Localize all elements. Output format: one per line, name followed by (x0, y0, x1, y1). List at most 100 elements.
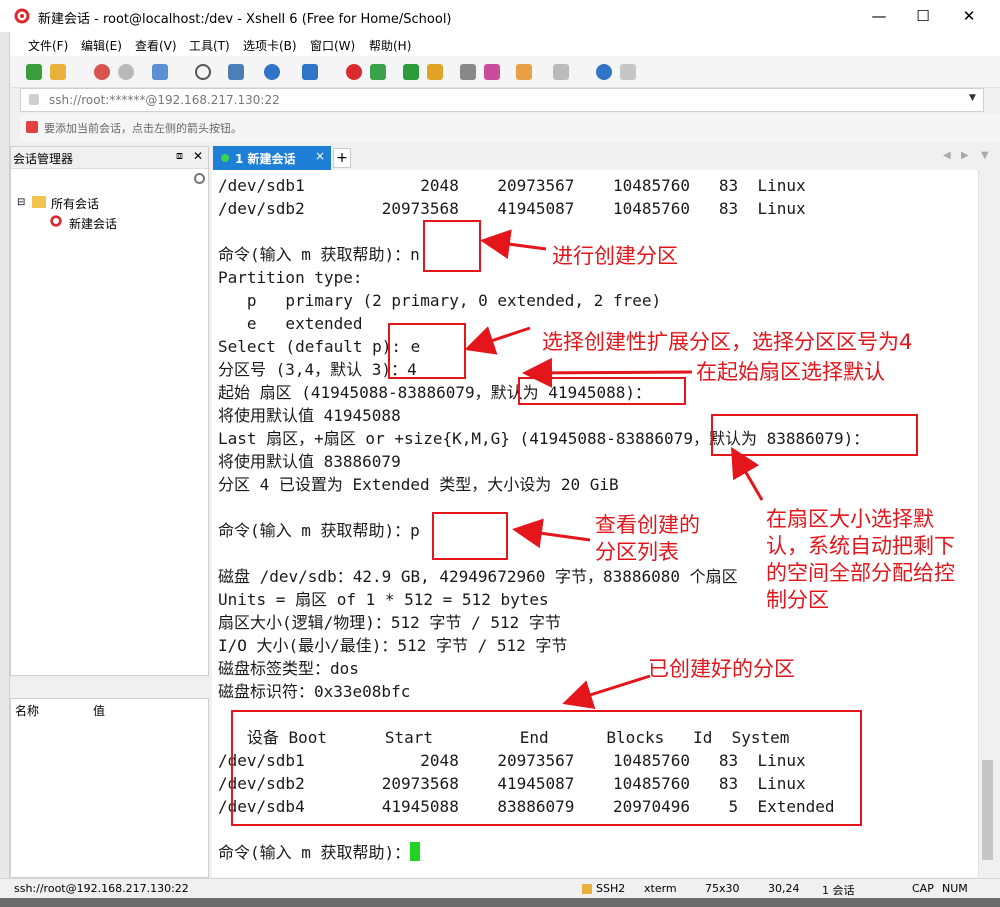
tab-scroll-right-icon[interactable]: ▶ (961, 150, 969, 161)
tree-root-label[interactable]: 所有会话 (51, 195, 99, 212)
add-folder-icon[interactable] (516, 64, 532, 80)
annotation-create-partition: 进行创建分区 (552, 244, 678, 268)
menu-tools[interactable]: 工具(T) (189, 37, 230, 54)
open-folder-icon[interactable] (50, 64, 66, 80)
chat-icon[interactable] (620, 64, 636, 80)
annotation-list-partitions: 查看创建的 分区列表 (595, 513, 700, 564)
search-icon[interactable] (194, 173, 205, 184)
annotation-box-p (432, 512, 508, 560)
title-bar: 新建会话 - root@localhost:/dev - Xshell 6 (F… (0, 0, 1000, 32)
status-dot-icon (221, 154, 229, 162)
globe-icon[interactable] (264, 64, 280, 80)
folder-icon (32, 196, 46, 208)
layout-icon[interactable] (228, 64, 244, 80)
pin-icon[interactable]: ⧈ (176, 149, 183, 163)
tree-collapse-icon[interactable]: ⊟ (17, 197, 25, 208)
terminal-line: 命令(输入 m 获取帮助)：p (218, 521, 420, 540)
chevron-down-icon[interactable]: ▼ (969, 93, 976, 103)
annotation-created-partitions: 已创建好的分区 (648, 657, 795, 681)
xshell-icon[interactable] (346, 64, 362, 80)
keyboard-icon[interactable] (460, 64, 476, 80)
status-connection: ssh://root@192.168.217.130:22 (14, 882, 189, 895)
terminal-line: Partition type: (218, 268, 363, 287)
close-window-button[interactable]: ✕ (946, 0, 992, 32)
terminal-line: e extended (218, 314, 363, 333)
tab-bar: 1 新建会话 × + ◀ ▶ ▼ (211, 146, 1000, 170)
address-bar[interactable]: ssh://root:******@192.168.217.130:22 ▼ (20, 88, 984, 112)
property-name-header: 名称 (15, 704, 40, 718)
terminal-line: I/O 大小(最小/最佳)：512 字节 / 512 字节 (218, 636, 568, 655)
menu-edit[interactable]: 编辑(E) (81, 37, 122, 54)
disconnect-icon[interactable] (118, 64, 134, 80)
status-cursor-pos: 30,24 (768, 882, 800, 895)
lock-icon[interactable] (427, 64, 443, 80)
annotation-sector-size: 在扇区大小选择默 认，系统自动把剩下 的空间全部分配给控 制分区 (766, 507, 955, 612)
bookmark-icon[interactable] (26, 121, 38, 133)
menu-bar: 文件(F) 编辑(E) 查看(V) 工具(T) 选项卡(B) 窗口(W) 帮助(… (0, 32, 1000, 56)
properties-icon[interactable] (152, 64, 168, 80)
connect-icon[interactable] (94, 64, 110, 80)
annotation-extended-number: 选择创建性扩展分区，选择分区区号为4 (542, 330, 913, 354)
tree-session-item[interactable]: 新建会话 (69, 215, 117, 232)
annotation-box-n (423, 220, 481, 272)
properties-panel: 名称 值 (10, 698, 209, 878)
window-title: 新建会话 - root@localhost:/dev - Xshell 6 (F… (38, 12, 452, 27)
highlight-icon[interactable] (484, 64, 500, 80)
annotation-box-e4 (388, 323, 466, 379)
scrollbar-thumb[interactable] (982, 760, 993, 860)
toolbar (0, 56, 1000, 88)
left-edge-panel (0, 32, 10, 892)
terminal-line: 将使用默认值 41945088 (218, 406, 401, 425)
tab-scroll-left-icon[interactable]: ◀ (943, 150, 951, 161)
session-icon (50, 215, 62, 227)
close-panel-icon[interactable]: ✕ (193, 149, 203, 163)
annotation-box-table (231, 710, 862, 826)
tab-menu-icon[interactable]: ▼ (981, 150, 989, 161)
minimize-button[interactable]: — (856, 0, 902, 32)
lock-icon (29, 94, 39, 105)
status-size: 75x30 (705, 882, 740, 895)
help-icon[interactable] (596, 64, 612, 80)
tab-session[interactable]: 1 新建会话 × (213, 146, 331, 170)
terminal-line: p primary (2 primary, 0 extended, 2 free… (218, 291, 662, 310)
status-sessions: 1 会话 (822, 884, 855, 897)
hint-bar: 要添加当前会话，点击左侧的箭头按钮。 (20, 114, 1000, 142)
terminal-cursor (410, 842, 421, 861)
status-protocol: SSH2 (596, 882, 626, 895)
tab-close-icon[interactable]: × (315, 149, 325, 163)
status-bar: ssh://root@192.168.217.130:22 SSH2 xterm… (0, 878, 1000, 898)
font-icon[interactable] (302, 64, 318, 80)
terminal-scrollbar[interactable] (978, 170, 996, 877)
new-tab-button[interactable]: + (333, 148, 351, 168)
search-icon[interactable] (195, 64, 211, 80)
window-frame (0, 898, 1000, 907)
tile-icon[interactable] (553, 64, 569, 80)
menu-window[interactable]: 窗口(W) (310, 37, 355, 54)
session-manager-title: 会话管理器 (13, 152, 74, 166)
menu-help[interactable]: 帮助(H) (369, 37, 411, 54)
status-caps: CAP (912, 882, 934, 895)
terminal-line: 将使用默认值 83886079 (218, 452, 401, 471)
annotation-box-start (518, 377, 686, 405)
menu-tabs[interactable]: 选项卡(B) (243, 37, 297, 54)
maximize-button[interactable]: ☐ (900, 0, 946, 32)
new-session-icon[interactable] (26, 64, 42, 80)
status-terminal-type: xterm (644, 882, 677, 895)
terminal-line: /dev/sdb2 20973568 41945087 10485760 83 … (218, 199, 806, 218)
menu-file[interactable]: 文件(F) (28, 37, 68, 54)
xshell-window: 新建会话 - root@localhost:/dev - Xshell 6 (F… (0, 0, 1000, 907)
terminal-line: 分区 4 已设置为 Extended 类型，大小设为 20 GiB (218, 475, 619, 494)
terminal-line: 磁盘标识符：0x33e08bfc (218, 682, 411, 701)
property-value-header: 值 (93, 704, 106, 718)
annotation-box-last (711, 414, 918, 456)
terminal-line: 磁盘 /dev/sdb：42.9 GB, 42949672960 字节，8388… (218, 567, 738, 586)
address-input[interactable]: ssh://root:******@192.168.217.130:22 (49, 93, 280, 107)
annotation-start-sector: 在起始扇区选择默认 (696, 360, 885, 384)
fullscreen-icon[interactable] (403, 64, 419, 80)
xftp-icon[interactable] (370, 64, 386, 80)
terminal-line: 磁盘标签类型：dos (218, 659, 359, 678)
menu-view[interactable]: 查看(V) (135, 37, 177, 54)
terminal-line: Units = 扇区 of 1 * 512 = 512 bytes (218, 590, 549, 609)
status-num: NUM (942, 882, 968, 895)
terminal-line: 扇区大小(逻辑/物理)：512 字节 / 512 字节 (218, 613, 561, 632)
